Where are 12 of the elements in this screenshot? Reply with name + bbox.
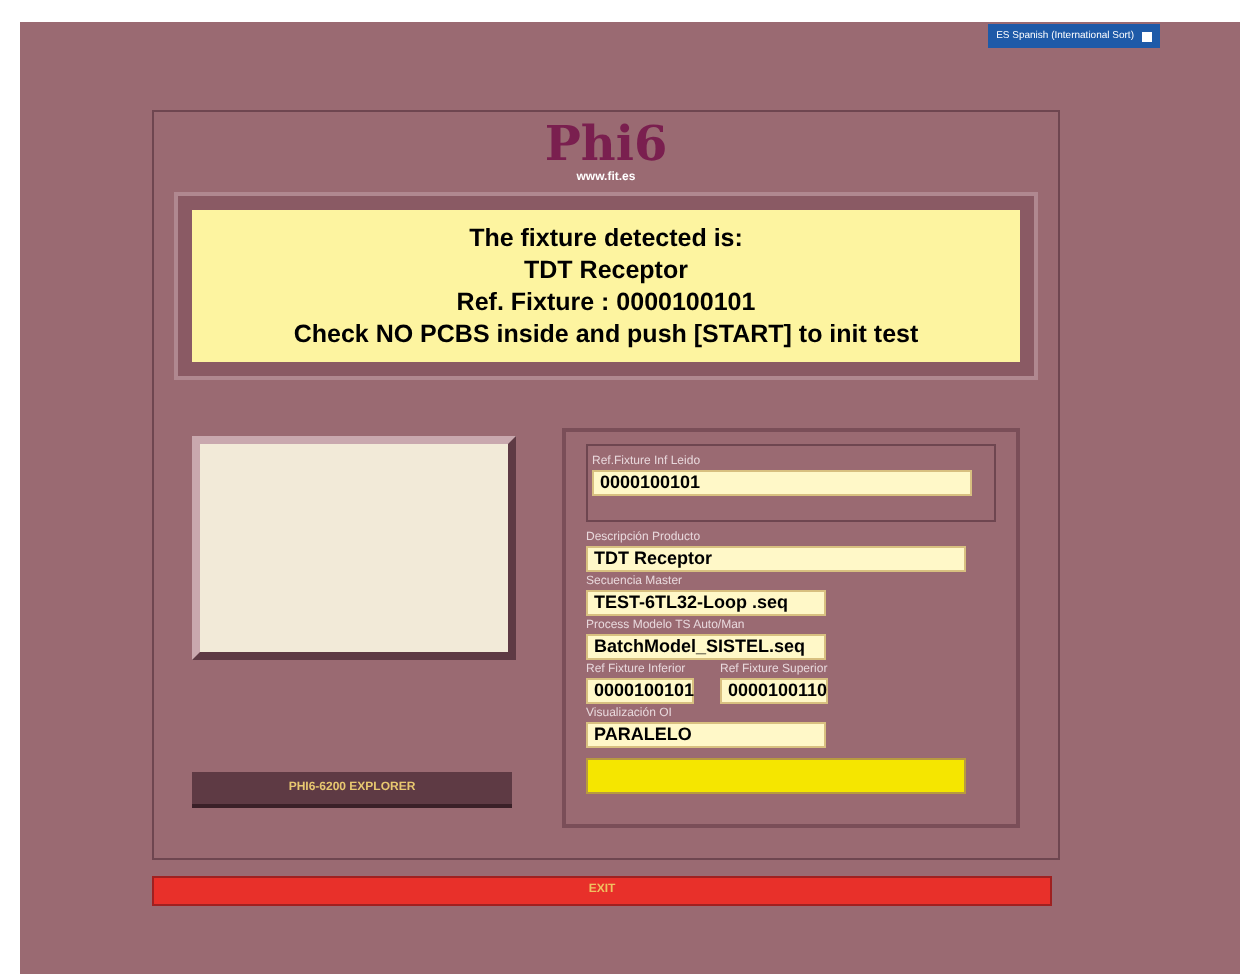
value-field: TEST-6TL32-Loop .seq	[586, 590, 826, 616]
value-field: PARALELO	[586, 722, 826, 748]
message-line: TDT Receptor	[524, 254, 688, 286]
value-field: 0000100110	[720, 678, 828, 704]
logo: Phi6	[544, 118, 668, 170]
value-field: BatchModel_SISTEL.seq	[586, 634, 826, 660]
message-line: Ref. Fixture : 0000100101	[456, 286, 756, 318]
message-line: Check NO PCBS inside and push [START] to init test	[293, 318, 919, 350]
value-field: 0000100101	[586, 678, 694, 704]
value-field: 0000100101	[592, 470, 972, 496]
value-field: TDT Receptor	[586, 546, 966, 572]
message-line: The fixture detected is:	[469, 222, 743, 254]
